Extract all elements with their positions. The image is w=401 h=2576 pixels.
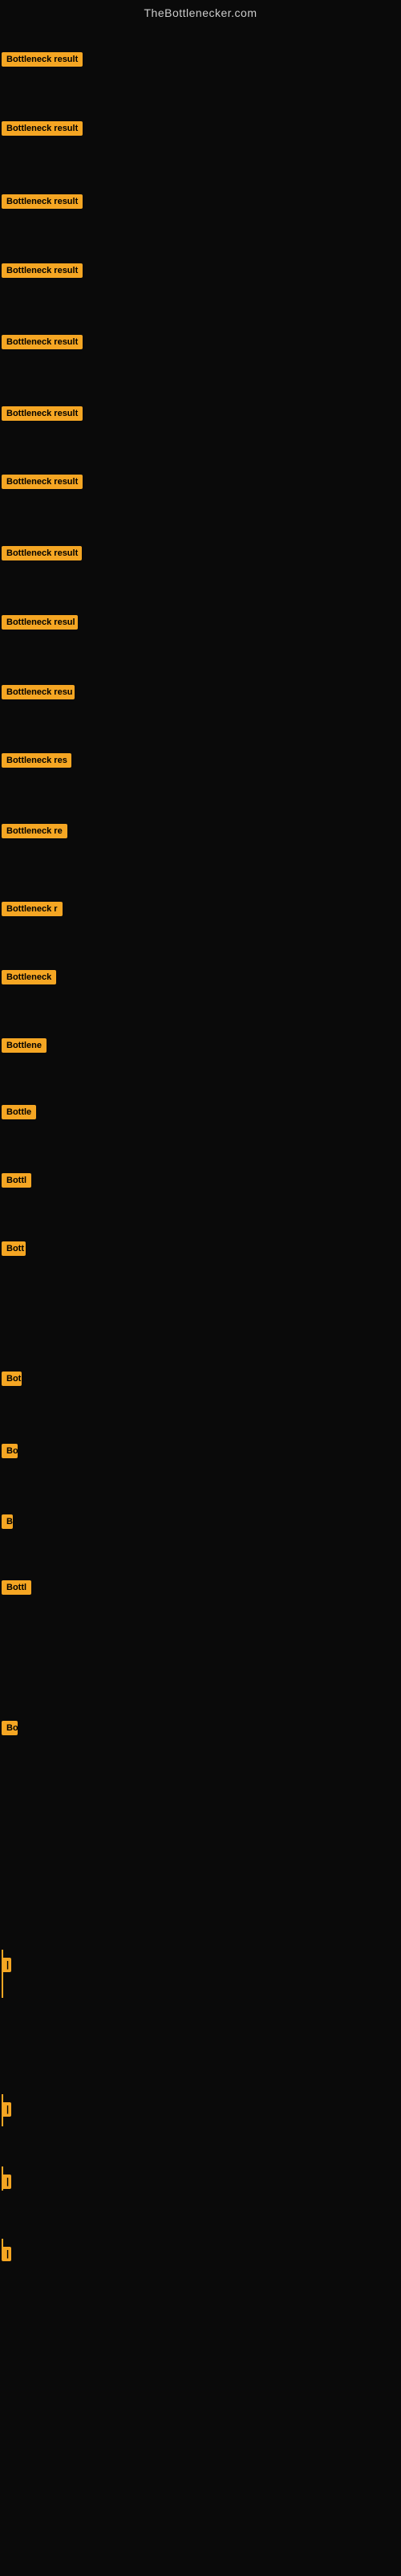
vertical-line [2, 2166, 3, 2191]
bottleneck-badge: Bottleneck result [2, 194, 83, 209]
bottleneck-badge: Bo [2, 1444, 18, 1458]
bottleneck-badge: Bo [2, 1721, 18, 1735]
bottleneck-badge: Bottlene [2, 1038, 47, 1053]
bottleneck-badge: Bottle [2, 1105, 36, 1119]
vertical-line [2, 1950, 3, 1998]
vertical-line [2, 2239, 3, 2259]
bottleneck-badge: Bottleneck [2, 970, 56, 984]
bottleneck-badge: Bottleneck result [2, 263, 83, 278]
bottleneck-badge: Bottleneck result [2, 406, 83, 421]
bottleneck-badge: Bottleneck r [2, 902, 63, 916]
bottleneck-badge: Bottleneck re [2, 824, 67, 838]
bottleneck-badge: Bottleneck result [2, 335, 83, 349]
site-title: TheBottlenecker.com [0, 0, 401, 22]
bottleneck-badge: Bottl [2, 1580, 31, 1595]
bottleneck-badge: Bott [2, 1241, 26, 1256]
vertical-line [2, 2094, 3, 2126]
bottleneck-badge: Bottleneck result [2, 52, 83, 67]
bottleneck-badge: Bottleneck resu [2, 685, 75, 699]
bottleneck-badge: Bottleneck result [2, 475, 83, 489]
bottleneck-badge: Bottleneck result [2, 121, 83, 136]
bottleneck-badge: Bot [2, 1372, 22, 1386]
bottleneck-badge: Bottleneck res [2, 753, 71, 768]
bottleneck-badge: Bottl [2, 1173, 31, 1188]
bottleneck-badge: Bottleneck result [2, 546, 82, 560]
bottleneck-badge: B [2, 1514, 13, 1529]
bottleneck-badge: Bottleneck resul [2, 615, 78, 630]
